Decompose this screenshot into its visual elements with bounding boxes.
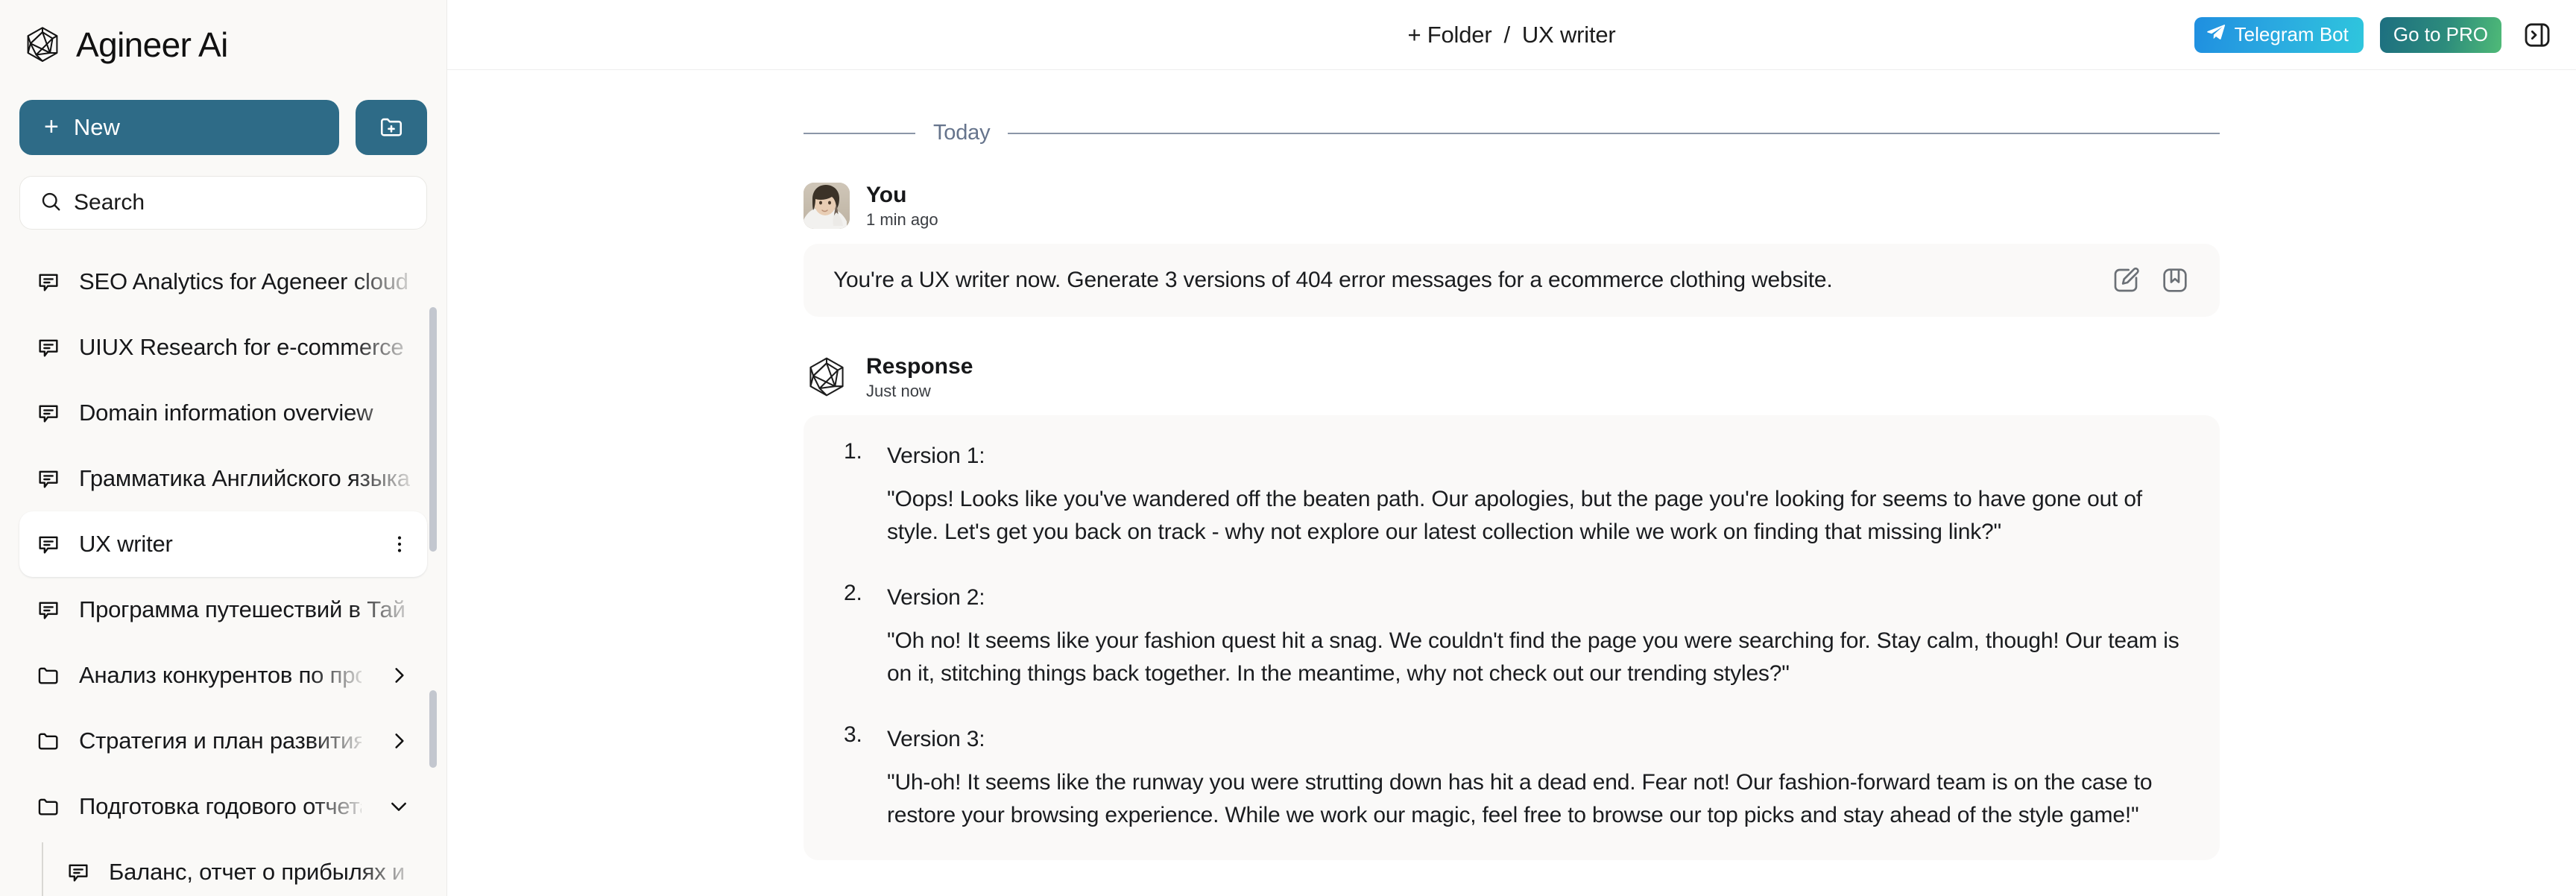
message-meta: You 1 min ago: [866, 183, 938, 228]
folder-icon: [36, 793, 63, 820]
response-version-list: Version 1: "Oops! Looks like you've wand…: [833, 439, 2190, 832]
version-body: "Uh-oh! It seems like the runway you wer…: [887, 769, 2153, 827]
version-title: Version 1:: [887, 444, 985, 468]
message-actions: [2109, 264, 2191, 297]
sidebar-item-label: Domain information overview: [79, 400, 373, 426]
edit-icon[interactable]: [2109, 264, 2142, 297]
folder-icon: [36, 728, 63, 754]
sidebar-item-ux-writer[interactable]: UX writer: [19, 511, 427, 577]
chat-bubble-icon: [36, 334, 63, 361]
app-root: Agineer Ai + New Search SEO Analytics fo…: [0, 0, 2576, 896]
message-bubble-response: Version 1: "Oops! Looks like you've wand…: [804, 415, 2220, 861]
sidebar-item-label: UIUX Research for e-commerce: [79, 334, 404, 360]
list-item: Version 1: "Oops! Looks like you've wand…: [844, 439, 2190, 549]
sidebar-folder-strategy-plan[interactable]: Стратегия и план развития: [19, 708, 427, 774]
sidebar-folder-competitor-analysis[interactable]: Анализ конкурентов по про: [19, 643, 427, 708]
plus-icon: +: [44, 112, 59, 141]
version-title: Version 3:: [887, 726, 985, 751]
folder-plus-icon: [379, 114, 404, 142]
sidebar-item-label: Баланс, отчет о прибылях и: [109, 859, 405, 885]
sidebar-item-label: Грамматика Английского языка: [79, 465, 410, 491]
search-input[interactable]: [74, 190, 407, 215]
message-bubble-user: You're a UX writer now. Generate 3 versi…: [804, 244, 2220, 317]
sidebar-folder-annual-report[interactable]: Подготовка годового отчета: [19, 774, 427, 839]
topbar: + Folder / UX writer Telegram Bot Go to …: [447, 0, 2576, 70]
chevron-right-icon[interactable]: [387, 729, 411, 753]
message-header: Response Just now: [804, 354, 2220, 400]
message-author: You: [866, 183, 907, 208]
sidebar-item-english-grammar[interactable]: Грамматика Английского языка: [19, 446, 427, 511]
sidebar-item-label: Подготовка годового отчета: [79, 793, 362, 819]
day-divider-label: Today: [933, 121, 991, 145]
chevron-down-icon[interactable]: [387, 795, 411, 818]
chat-bubble-icon: [36, 596, 63, 623]
list-item: Version 3: "Uh-oh! It seems like the run…: [844, 722, 2190, 833]
list-item: Version 2: "Oh no! It seems like your fa…: [844, 581, 2190, 691]
bookmark-icon[interactable]: [2159, 264, 2191, 297]
version-body: "Oh no! It seems like your fashion quest…: [887, 628, 2179, 687]
main-content: + Folder / UX writer Telegram Bot Go to …: [447, 0, 2576, 896]
breadcrumb-add-folder[interactable]: + Folder: [1407, 22, 1491, 48]
search-icon: [40, 190, 62, 216]
message-meta: Response Just now: [866, 355, 973, 400]
message-time: Just now: [866, 381, 931, 400]
sidebar: Agineer Ai + New Search SEO Analytics fo…: [0, 0, 447, 896]
chat-bubble-icon: [36, 400, 63, 426]
message-time: 1 min ago: [866, 209, 938, 229]
new-row: + New: [0, 100, 446, 155]
sidebar-scrollbar-thumb-secondary[interactable]: [429, 690, 437, 768]
chat-bubble-icon: [36, 465, 63, 492]
chat-area: Today You 1 min ago You're a UX writer n…: [447, 70, 2576, 896]
folder-icon: [36, 662, 63, 689]
day-divider: Today: [804, 121, 2220, 145]
avatar: [804, 183, 850, 229]
sidebar-item-label: SEO Analytics for Ageneer cloud: [79, 268, 408, 294]
chevron-right-icon[interactable]: [387, 663, 411, 687]
sidebar-item-travel-program[interactable]: Программа путешествий в Тай: [19, 577, 427, 643]
divider-line-left: [804, 132, 915, 134]
message-header: You 1 min ago: [804, 183, 2220, 229]
sidebar-item-label: Программа путешествий в Тай: [79, 596, 405, 622]
chat-inner: Today You 1 min ago You're a UX writer n…: [804, 70, 2220, 861]
more-vertical-icon[interactable]: [388, 533, 411, 555]
message-text: You're a UX writer now. Generate 3 versi…: [833, 268, 1833, 292]
breadcrumb: + Folder / UX writer: [447, 22, 2576, 48]
divider-line-right: [1008, 132, 2220, 134]
chat-bubble-icon: [36, 268, 63, 295]
sidebar-nav: SEO Analytics for Ageneer cloud UIUX Res…: [0, 249, 446, 896]
breadcrumb-separator: /: [1503, 21, 1510, 48]
brand[interactable]: Agineer Ai: [0, 0, 446, 70]
polyhedron-logo-icon: [804, 354, 850, 400]
sidebar-item-label: Стратегия и план развития: [79, 728, 362, 754]
sidebar-item-domain-information[interactable]: Domain information overview: [19, 380, 427, 446]
message-response: Response Just now Version 1: "Oops! Look…: [804, 354, 2220, 861]
version-body: "Oops! Looks like you've wandered off th…: [887, 487, 2142, 545]
chat-bubble-icon: [66, 859, 92, 886]
new-folder-button[interactable]: [356, 100, 427, 155]
sidebar-item-uiux-research[interactable]: UIUX Research for e-commerce: [19, 315, 427, 380]
sidebar-scrollbar-thumb[interactable]: [429, 307, 437, 552]
sidebar-item-label: UX writer: [79, 531, 173, 557]
polyhedron-logo-icon: [22, 25, 63, 65]
sidebar-item-balance-report[interactable]: Баланс, отчет о прибылях и: [19, 839, 427, 896]
new-button[interactable]: + New: [19, 100, 339, 155]
sidebar-item-label: Анализ конкурентов по про: [79, 662, 362, 688]
new-button-label: New: [73, 114, 120, 140]
message-user: You 1 min ago You're a UX writer now. Ge…: [804, 183, 2220, 317]
brand-name: Agineer Ai: [76, 25, 228, 64]
search-box[interactable]: [19, 176, 427, 230]
message-author: Response: [866, 354, 973, 379]
breadcrumb-current[interactable]: UX writer: [1522, 22, 1616, 48]
chat-bubble-icon: [36, 531, 63, 558]
sidebar-item-seo-analytics[interactable]: SEO Analytics for Ageneer cloud: [19, 249, 427, 315]
version-title: Version 2:: [887, 584, 985, 610]
